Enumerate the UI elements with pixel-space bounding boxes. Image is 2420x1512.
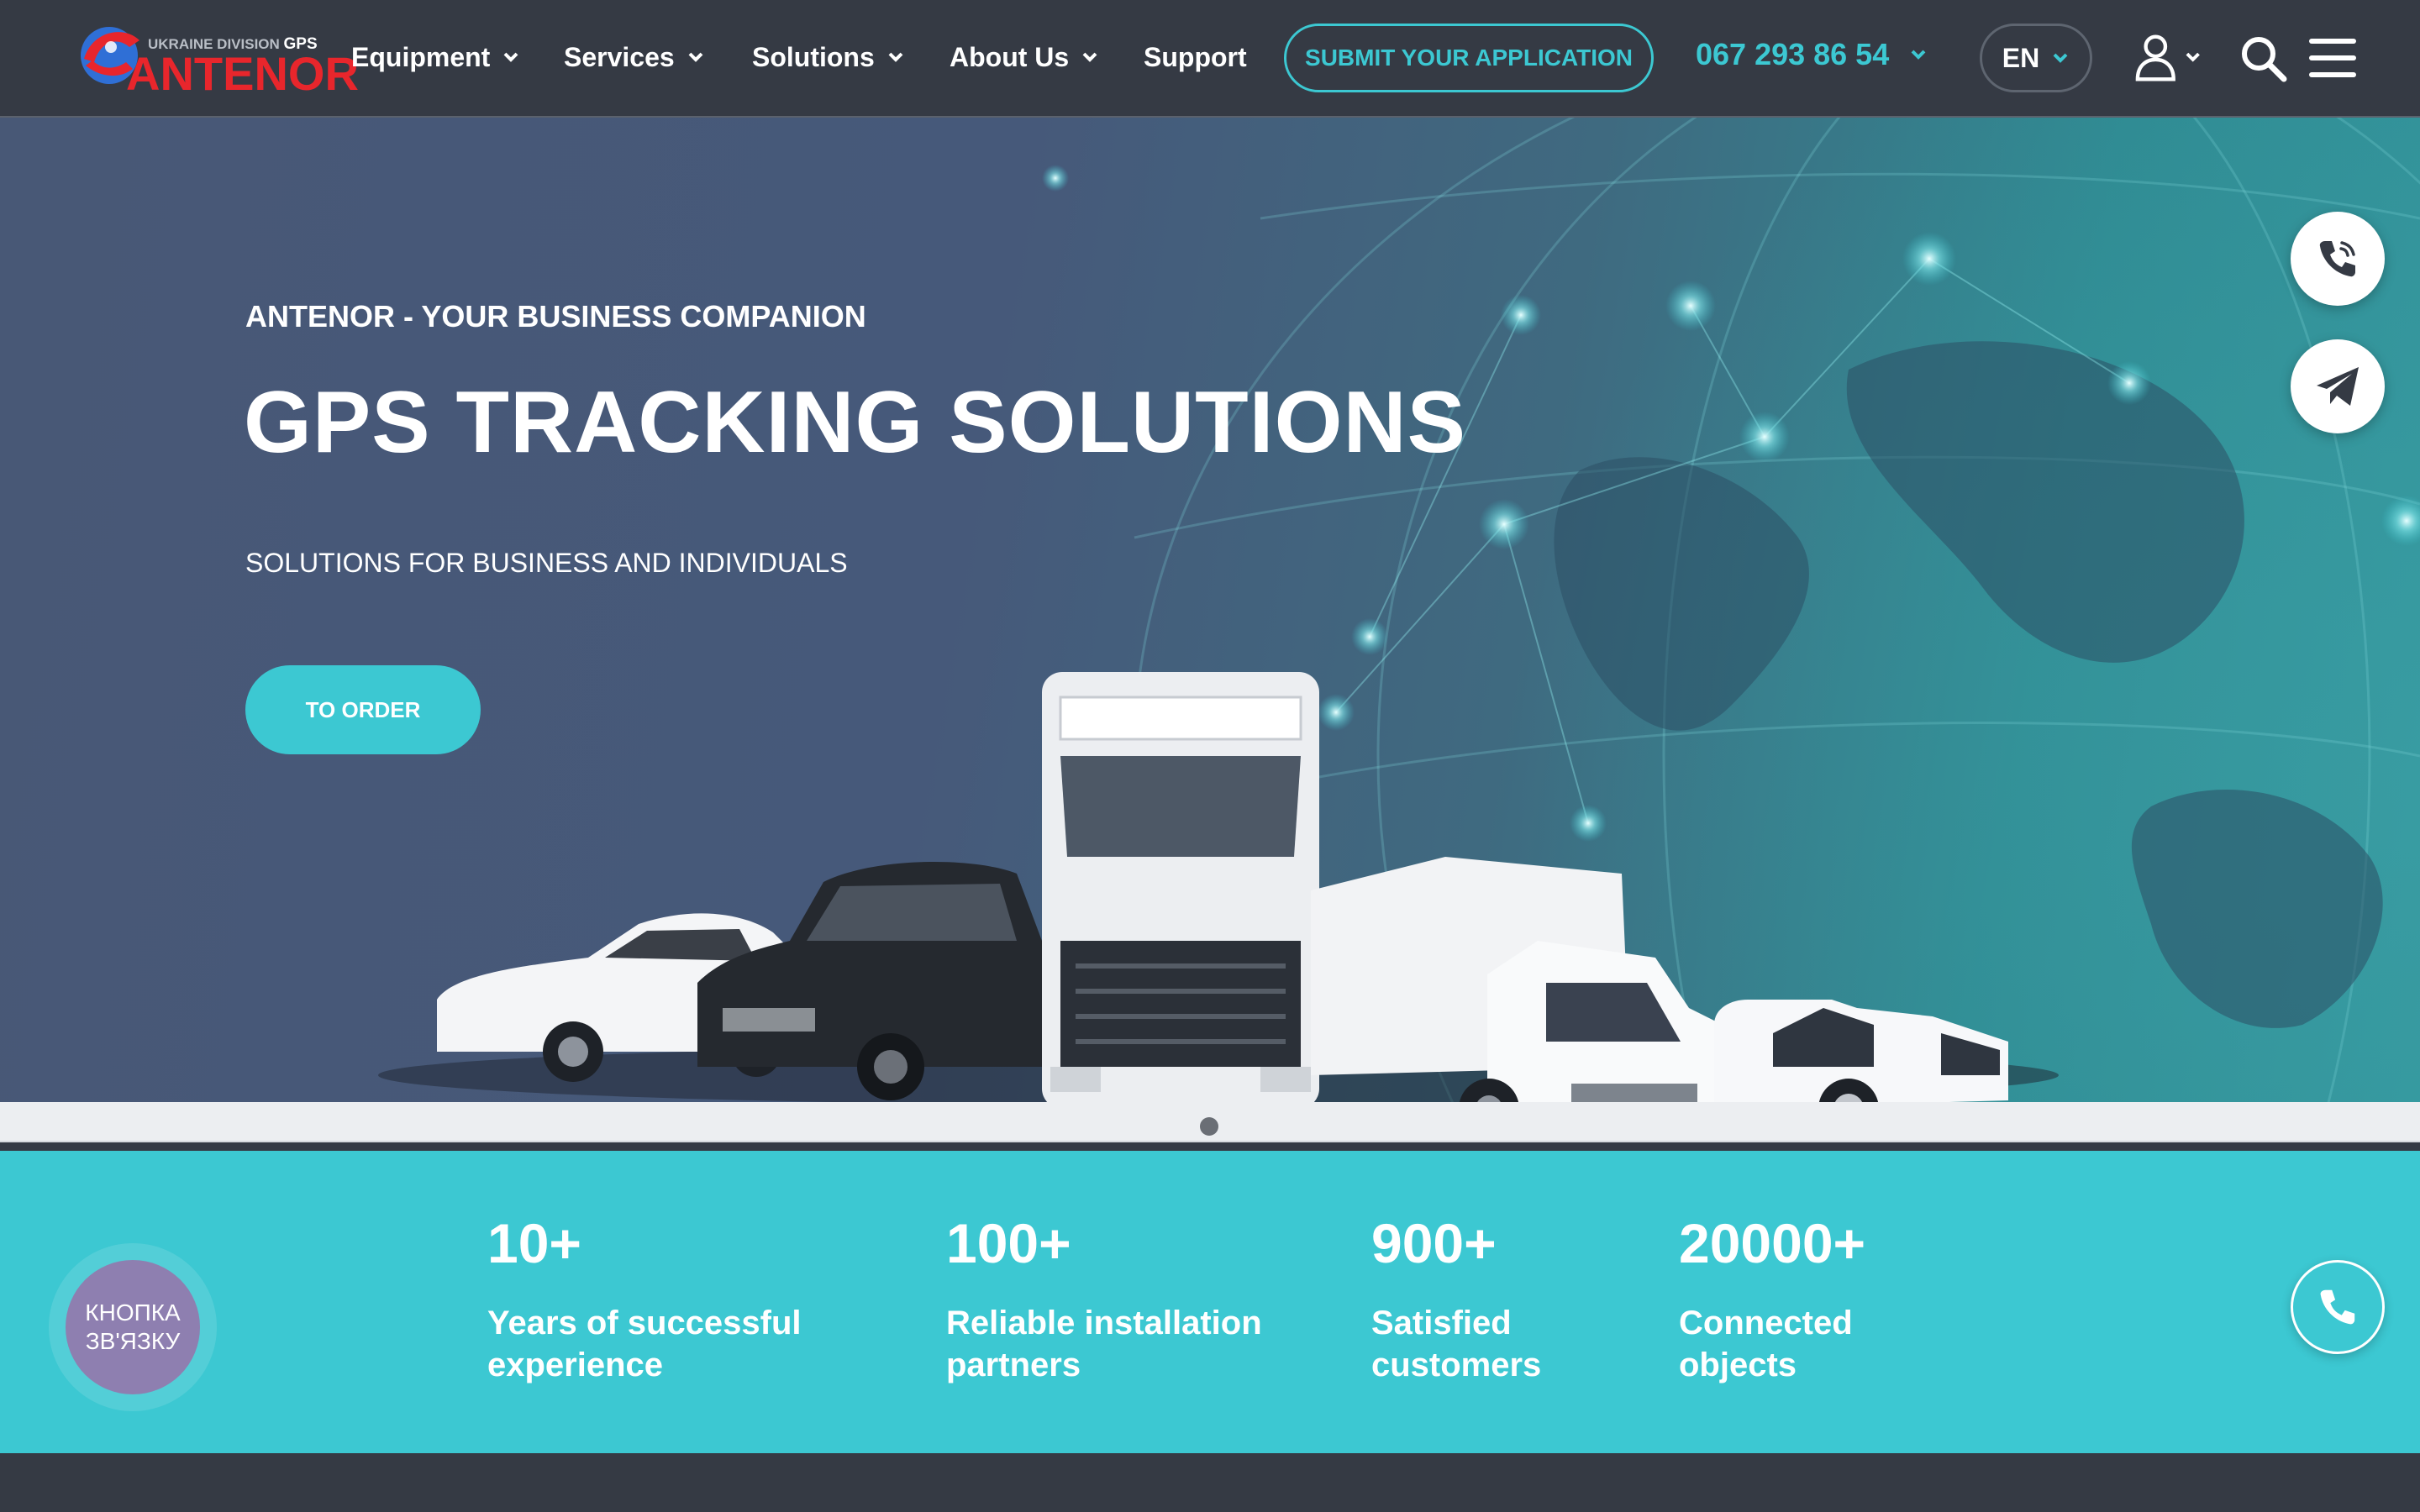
- logo-name: ANTENOR: [126, 47, 359, 100]
- nav-label: Solutions: [752, 42, 875, 72]
- language-label: EN: [2002, 42, 2040, 73]
- side-call-button[interactable]: [2291, 212, 2385, 306]
- chevron-down-icon: [688, 52, 703, 62]
- stat-partners: 100+ Reliable installation partners: [946, 1210, 1262, 1386]
- to-order-button[interactable]: TO ORDER: [245, 665, 481, 754]
- hero-banner: ANTENOR - YOUR BUSINESS COMPANION GPS TR…: [0, 118, 2420, 1102]
- call-fab-button[interactable]: [2291, 1260, 2385, 1354]
- stat-label: Satisfied customers: [1371, 1305, 1542, 1383]
- stat-value: 100+: [946, 1212, 1071, 1274]
- stat-value: 20000+: [1679, 1212, 1866, 1274]
- nav-services[interactable]: Services: [564, 39, 705, 76]
- chevron-down-icon: [1082, 52, 1097, 62]
- stat-years: 10+ Years of successful experience: [487, 1210, 802, 1386]
- search-icon[interactable]: [2238, 34, 2287, 82]
- user-account-button[interactable]: [2134, 30, 2202, 84]
- hero-eyebrow: ANTENOR - YOUR BUSINESS COMPANION: [245, 299, 866, 333]
- stats-band: 10+ Years of successful experience 100+ R…: [0, 1151, 2420, 1453]
- header-phone-number: 067 293 86 54: [1696, 37, 1890, 71]
- slider-dot-active[interactable]: [1200, 1117, 1218, 1136]
- phone-icon: [2320, 1289, 2355, 1325]
- contact-widget-label: КНОПКА ЗВ'ЯЗКУ: [66, 1260, 200, 1394]
- site-header: UKRAINE DIVISION GPS ANTENOR Equipment S…: [0, 0, 2420, 118]
- chevron-down-icon: [888, 52, 903, 62]
- stat-label: Reliable installation partners: [946, 1305, 1262, 1383]
- header-phone-dropdown[interactable]: 067 293 86 54: [1696, 37, 1928, 72]
- telegram-icon: [2317, 367, 2359, 406]
- nav-support[interactable]: Support: [1144, 39, 1247, 76]
- nav-about-us[interactable]: About Us: [950, 39, 1099, 76]
- antenor-logo[interactable]: UKRAINE DIVISION GPS ANTENOR: [77, 22, 359, 99]
- user-icon: [2135, 34, 2175, 81]
- nav-label: Equipment: [351, 42, 491, 72]
- hamburger-menu-icon[interactable]: [2309, 37, 2356, 79]
- chevron-down-icon: [1911, 50, 1926, 60]
- nav-equipment[interactable]: Equipment: [351, 39, 520, 76]
- stat-objects: 20000+ Connected objects: [1679, 1210, 1865, 1386]
- stat-value: 10+: [487, 1212, 581, 1274]
- nav-label: Support: [1144, 42, 1247, 72]
- language-selector[interactable]: EN: [1980, 24, 2092, 92]
- nav-label: About Us: [950, 42, 1070, 72]
- contact-widget-button[interactable]: КНОПКА ЗВ'ЯЗКУ: [49, 1243, 217, 1411]
- hero-globe-vehicles-image: [378, 118, 2420, 1102]
- chevron-down-icon: [503, 52, 518, 62]
- submit-application-button[interactable]: SUBMIT YOUR APPLICATION: [1284, 24, 1654, 92]
- stat-value: 900+: [1371, 1212, 1497, 1274]
- truck-cab: [1042, 672, 1319, 1102]
- hero-subtitle: SOLUTIONS FOR BUSINESS AND INDIVIDUALS: [245, 548, 848, 578]
- stat-label: Connected objects: [1679, 1305, 1853, 1383]
- slider-pagination: [0, 1102, 2420, 1142]
- nav-solutions[interactable]: Solutions: [752, 39, 905, 76]
- chevron-down-icon: [2186, 52, 2200, 62]
- side-telegram-button[interactable]: [2291, 339, 2385, 433]
- phone-call-icon: [2319, 241, 2355, 277]
- nav-label: Services: [564, 42, 675, 72]
- chevron-down-icon: [2053, 53, 2068, 63]
- car-suv: [697, 862, 1042, 1100]
- stat-customers: 900+ Satisfied customers: [1371, 1210, 1541, 1386]
- footer-strip: [0, 1453, 2420, 1512]
- stat-label: Years of successful experience: [487, 1305, 802, 1383]
- hero-title: GPS TRACKING SOLUTIONS: [244, 374, 1466, 471]
